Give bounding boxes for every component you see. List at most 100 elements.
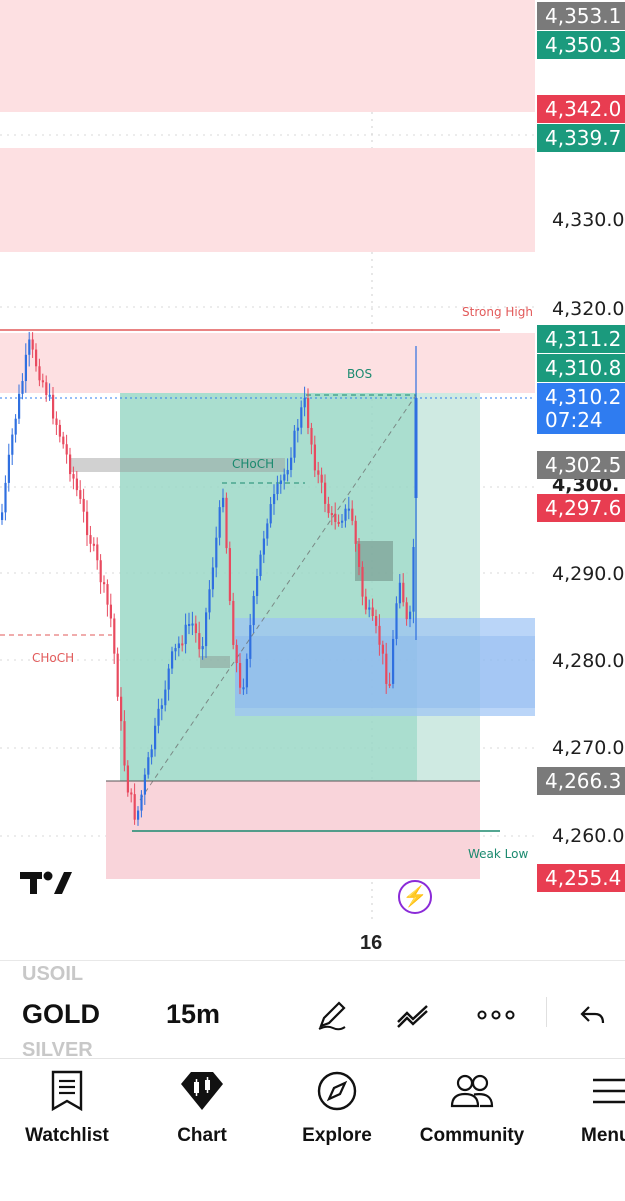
candle-body [361, 566, 364, 597]
nav-chart[interactable]: Chart [137, 1069, 267, 1147]
candle-body [354, 520, 357, 544]
candle-body [167, 668, 170, 690]
order-block-small[interactable] [355, 541, 393, 581]
undo-arrow-icon[interactable] [573, 997, 613, 1033]
candle-body [154, 725, 157, 750]
price-chart[interactable]: Strong High BOS CHoCH CHoCH Weak Low [0, 0, 625, 960]
candle-body [385, 653, 388, 684]
candle-body [232, 600, 235, 645]
price-tag: 4,297.6 [537, 494, 625, 522]
candle-body [290, 457, 293, 470]
candle-body [395, 603, 398, 639]
candle-body [164, 689, 167, 706]
choch-label-top: CHoCH [232, 457, 274, 471]
candle-body [388, 683, 391, 686]
community-icon [407, 1069, 537, 1113]
position-profit-zone[interactable] [120, 393, 417, 781]
candle-body [310, 427, 313, 445]
candle-body [283, 474, 286, 481]
candle-body [211, 567, 214, 590]
candle-body [201, 646, 204, 650]
candle-body [242, 687, 245, 690]
nav-chart-label: Chart [177, 1125, 227, 1146]
candle-body [191, 623, 194, 626]
candle-body [177, 643, 180, 649]
nav-explore[interactable]: Explore [272, 1069, 402, 1147]
supply-zone-top[interactable] [0, 0, 535, 112]
candle-body [364, 596, 367, 610]
price-tag: 4,266.3 [537, 767, 625, 795]
price-level-4330: 4,330.0 [552, 209, 625, 231]
candle-body [38, 366, 41, 381]
nav-community[interactable]: Community [407, 1069, 537, 1147]
candle-body [259, 554, 262, 577]
candle-body [402, 582, 405, 603]
candle-body [106, 584, 109, 605]
candle-body [45, 382, 48, 396]
pen-icon[interactable] [312, 997, 352, 1033]
supply-zone-mid[interactable] [0, 148, 535, 252]
indicators-icon[interactable] [393, 997, 433, 1033]
lightning-icon[interactable]: ⚡ [398, 880, 432, 914]
compass-icon [272, 1069, 402, 1113]
price-tag: 4,311.2 [537, 325, 625, 353]
candle-body [320, 474, 323, 483]
candle-body [351, 508, 354, 521]
strong-high-label: Strong High [462, 305, 533, 319]
candle-body [65, 444, 68, 455]
candle-body [133, 794, 136, 820]
supply-zone-strong-high[interactable] [0, 333, 535, 393]
candle-body [24, 354, 27, 382]
candle-body [276, 483, 279, 495]
candle-body [82, 498, 85, 512]
candle-body [235, 644, 238, 664]
candle-body [99, 560, 102, 583]
nav-watchlist[interactable]: Watchlist [2, 1069, 132, 1147]
candle-body [330, 513, 333, 516]
interval-selector[interactable]: 15m [166, 999, 220, 1030]
candle-body [198, 633, 201, 650]
candle-body [18, 393, 21, 419]
price-tag: 4,310.8 [537, 354, 625, 382]
candle-body [89, 535, 92, 544]
symbol-prev[interactable]: USOIL [22, 963, 83, 986]
candle-body [11, 434, 14, 455]
candle-body [116, 653, 119, 697]
candle-body [52, 394, 55, 419]
candle-body [414, 398, 418, 498]
order-block-mini [200, 656, 230, 668]
price-tag: 4,353.1 [537, 2, 625, 30]
bos-label: BOS [347, 367, 372, 381]
candle-body [344, 508, 347, 521]
candle-body [41, 380, 44, 383]
candle-body [313, 444, 316, 471]
more-dots-icon[interactable] [476, 997, 516, 1033]
price-level-4320: 4,320.0 [552, 298, 625, 320]
candle-body [79, 490, 82, 499]
symbol-selector[interactable]: GOLD [22, 999, 100, 1030]
candle-body [171, 651, 174, 669]
candle-body [371, 607, 374, 617]
price-tag: 4,255.4 [537, 864, 625, 892]
candle-body [381, 644, 384, 654]
position-stop-zone[interactable] [106, 781, 480, 879]
candle-body [7, 454, 10, 483]
candle-body [337, 521, 340, 524]
candle-body [409, 611, 412, 620]
candle-body [239, 663, 242, 688]
position-profit-extension [417, 393, 480, 781]
candle-body [218, 507, 221, 538]
symbol-toolbar: USOIL GOLD SILVER 15m [0, 960, 625, 1061]
bottom-navigation: Watchlist Chart Explore Community Menu [0, 1058, 625, 1201]
candle-body [72, 474, 75, 479]
candle-body [252, 596, 255, 626]
candle-body [378, 625, 381, 645]
nav-menu[interactable]: Menu [545, 1069, 625, 1147]
candle-body [215, 537, 218, 568]
candle-body [398, 582, 401, 604]
candle-body [341, 520, 344, 523]
candle-body [184, 624, 187, 645]
candle-body [286, 469, 289, 475]
candle-body [58, 424, 61, 437]
price-tag: 4,342.0 [537, 95, 625, 123]
